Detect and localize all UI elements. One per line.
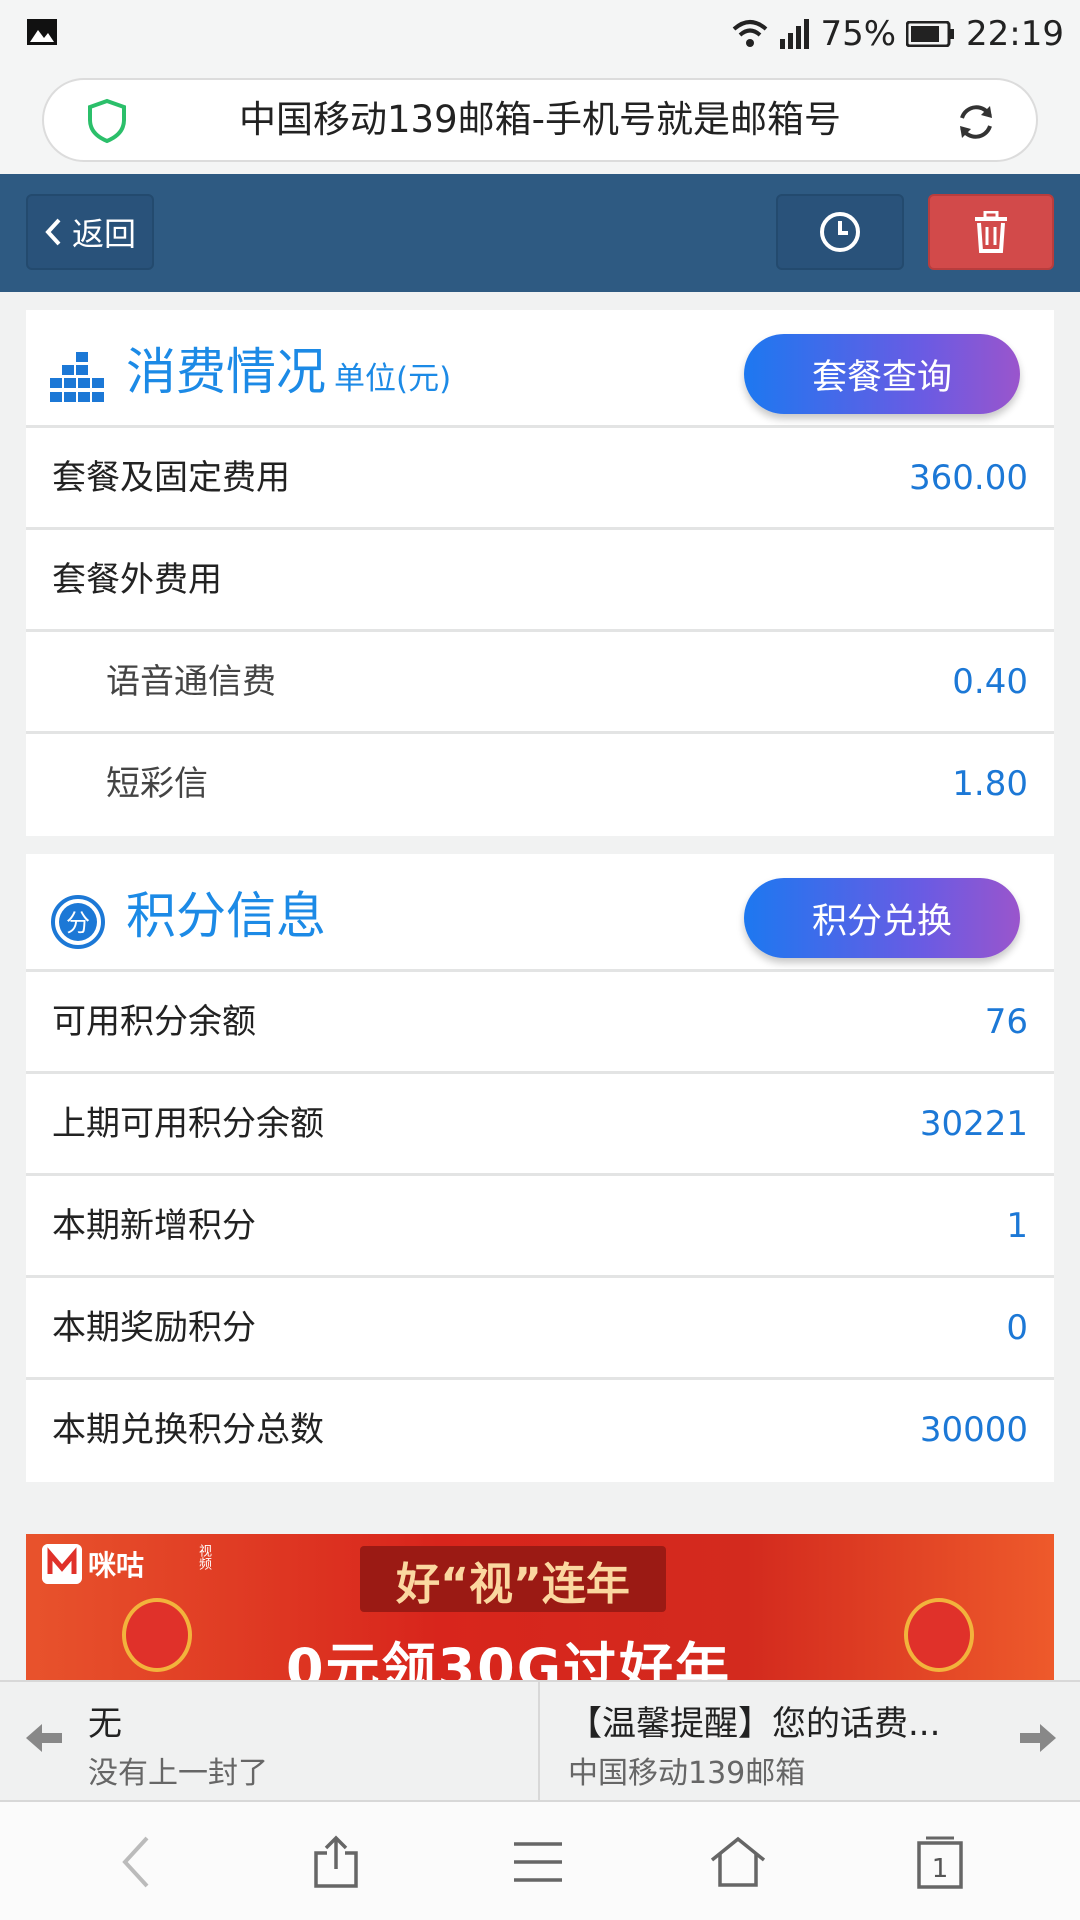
points-header: 分 积分信息 积分兑换 [26,854,1054,972]
fee-value: 0.40 [952,662,1028,702]
back-button[interactable]: 返回 [26,194,154,270]
browser-back-button[interactable] [106,1832,166,1892]
fee-row: 语音通信费 0.40 [26,632,1054,734]
fee-value: 1.80 [952,764,1028,804]
back-label: 返回 [71,215,136,253]
next-mail[interactable]: 【温馨提醒】您的话费... 中国移动139邮箱 [542,1682,1080,1800]
points-row: 可用积分余额 76 [26,972,1054,1074]
battery-icon [906,21,955,47]
points-label: 上期可用积分余额 [52,1104,324,1144]
points-label: 本期兑换积分总数 [52,1410,324,1450]
lantern-icon [122,1598,192,1672]
points-section: 分 积分信息 积分兑换 可用积分余额 76 上期可用积分余额 30221 本期新… [26,854,1054,1482]
next-title: 【温馨提醒】您的话费... [568,1704,941,1744]
tabs-count: 1 [932,1854,949,1884]
tabs-icon: 1 [917,1836,963,1889]
mail-toolbar: 返回 [0,174,1080,292]
lantern-icon [904,1598,974,1672]
points-row: 本期兑换积分总数 30000 [26,1380,1054,1482]
bill-content: 消费情况 单位(元) 套餐查询 套餐及固定费用 360.00 套餐外费用 语音通信… [26,292,1054,1684]
points-value: 1 [1006,1206,1028,1246]
section-title: 消费情况 单位(元) [126,332,451,404]
divider [26,836,1054,854]
reload-icon[interactable] [954,100,998,144]
history-button[interactable] [776,194,904,270]
prev-subtitle: 没有上一封了 [88,1756,268,1791]
consumption-section: 消费情况 单位(元) 套餐查询 套餐及固定费用 360.00 套餐外费用 语音通信… [26,310,1054,836]
fee-label: 短彩信 [106,764,208,804]
browser-url-bar: 中国移动139邮箱-手机号就是邮箱号 [0,68,1080,174]
signal-icon [780,19,810,49]
package-query-button[interactable]: 套餐查询 [744,334,1020,414]
menu-button[interactable] [508,1832,568,1892]
points-exchange-button[interactable]: 积分兑换 [744,878,1020,958]
home-icon [710,1836,766,1887]
clock-time: 22:19 [966,14,1064,54]
promo-banner[interactable]: 咪咕 视频 好“视”连年 0元领30G过好年 [26,1534,1054,1684]
share-icon [314,1835,358,1888]
fee-row: 套餐及固定费用 360.00 [26,428,1054,530]
banner-promo: 0元领30G过好年 [286,1637,732,1684]
home-button[interactable] [708,1832,768,1892]
divider [26,1482,1054,1534]
fee-label: 套餐及固定费用 [52,458,290,498]
points-badge-icon: 分 [51,895,105,949]
status-bar: 75% 22:19 [0,0,1080,68]
share-button[interactable] [306,1832,366,1892]
divider [26,292,1054,310]
address-field[interactable]: 中国移动139邮箱-手机号就是邮箱号 [42,78,1038,162]
delete-button[interactable] [928,194,1054,270]
points-label: 本期新增积分 [52,1206,256,1246]
fee-label: 语音通信费 [106,662,276,702]
clock-icon [820,212,860,252]
points-row: 本期新增积分 1 [26,1176,1054,1278]
fee-row: 短彩信 1.80 [26,734,1054,836]
unit-label: 单位(元) [334,361,452,397]
consumption-header: 消费情况 单位(元) 套餐查询 [26,310,1054,428]
points-label: 本期奖励积分 [52,1308,256,1348]
page-title: 中国移动139邮箱-手机号就是邮箱号 [239,98,841,141]
logo-text: 咪咕 [88,1549,145,1582]
points-row: 上期可用积分余额 30221 [26,1074,1054,1176]
points-value: 0 [1006,1308,1028,1348]
points-title: 积分信息 [126,887,326,945]
shield-icon [88,98,126,144]
next-subtitle: 中国移动139邮箱 [568,1756,806,1791]
stacked-blocks-icon [50,352,104,402]
points-value: 30000 [919,1410,1028,1450]
arrow-left-icon [26,1724,62,1752]
fee-label: 套餐外费用 [52,560,222,600]
menu-icon [514,1842,562,1882]
mail-navigation: 无 没有上一封了 【温馨提醒】您的话费... 中国移动139邮箱 [0,1680,1080,1802]
arrow-right-icon [1020,1724,1056,1752]
points-value: 76 [984,1002,1028,1042]
points-badge-text: 分 [66,909,90,937]
banner-slogan: 好“视”连年 [396,1559,630,1610]
consumption-title: 消费情况 [126,343,326,401]
points-label: 可用积分余额 [52,1002,256,1042]
chevron-left-icon [45,218,61,246]
prev-title: 无 [88,1704,122,1744]
trash-icon [975,211,1007,253]
points-value: 30221 [919,1104,1028,1144]
migu-logo-icon [42,1544,82,1584]
fee-row: 套餐外费用 [26,530,1054,632]
wifi-icon [733,20,768,47]
image-notification-icon [27,19,57,45]
chevron-left-icon [122,1836,149,1888]
logo-sub: 视频 [196,1544,211,1570]
points-row: 本期奖励积分 0 [26,1278,1054,1380]
previous-mail[interactable]: 无 没有上一封了 [0,1682,540,1800]
browser-bottom-bar: 1 [0,1802,1080,1920]
fee-value: 360.00 [909,458,1028,498]
battery-percent: 75% [820,14,897,54]
tabs-button[interactable]: 1 [910,1832,970,1892]
